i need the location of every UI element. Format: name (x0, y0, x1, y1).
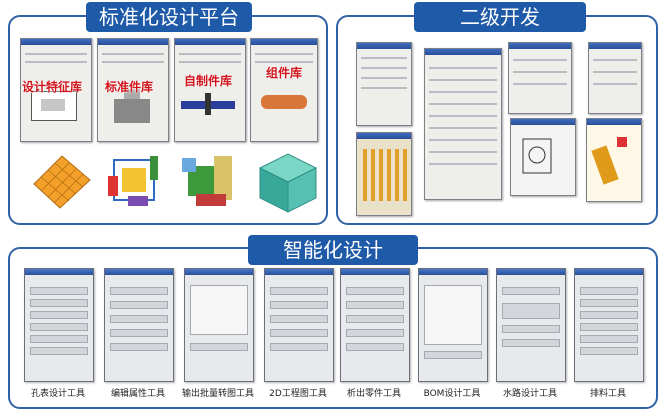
platform-title: 标准化设计平台 (86, 2, 252, 32)
tool-screenshot[interactable] (104, 268, 174, 382)
library-label: 自制件库 (184, 74, 233, 88)
dialog-screenshot[interactable] (510, 118, 576, 196)
tool-label-waterway: 水路设计工具 (502, 389, 557, 399)
dialog-screenshot[interactable] (356, 132, 412, 216)
dialog-screenshot[interactable] (356, 42, 412, 126)
tool-label-extract-parts: 析出零件工具 (346, 389, 401, 399)
tool-label-bom: BOM设计工具 (423, 389, 481, 399)
tool-label-nesting: 排料工具 (589, 389, 626, 399)
tool-label-2d-drawing: 2D工程图工具 (269, 389, 327, 399)
secondary-dev-title: 二级开发 (414, 2, 586, 32)
library-label: 标准件库 (105, 80, 154, 94)
tool-screenshot[interactable] (264, 268, 334, 382)
custom-parts-model (182, 156, 232, 206)
tool-label-edit-attributes: 编辑属性工具 (110, 389, 165, 399)
mold-base-model (258, 153, 318, 213)
tool-screenshot[interactable] (574, 268, 644, 382)
assembly-model (108, 156, 158, 206)
grid-plate-model (33, 155, 91, 209)
tool-label-batch-export: 输出批量转图工具 (181, 389, 254, 399)
tool-screenshot[interactable] (418, 268, 488, 382)
dialog-screenshot[interactable] (588, 42, 642, 114)
library-label: 组件库 (266, 66, 303, 80)
component-library-screenshot (250, 38, 318, 142)
tool-label-hole-table: 孔表设计工具 (30, 389, 85, 399)
library-label: 设计特征库 (22, 80, 83, 94)
tool-screenshot[interactable] (340, 268, 410, 382)
intelligent-design-title: 智能化设计 (248, 235, 418, 265)
dialog-screenshot[interactable] (508, 42, 572, 114)
dialog-screenshot[interactable] (586, 118, 642, 202)
custom-library-screenshot (174, 38, 246, 142)
tool-screenshot[interactable] (24, 268, 94, 382)
dialog-screenshot[interactable] (424, 48, 502, 200)
tool-screenshot[interactable] (184, 268, 254, 382)
tool-screenshot[interactable] (496, 268, 566, 382)
